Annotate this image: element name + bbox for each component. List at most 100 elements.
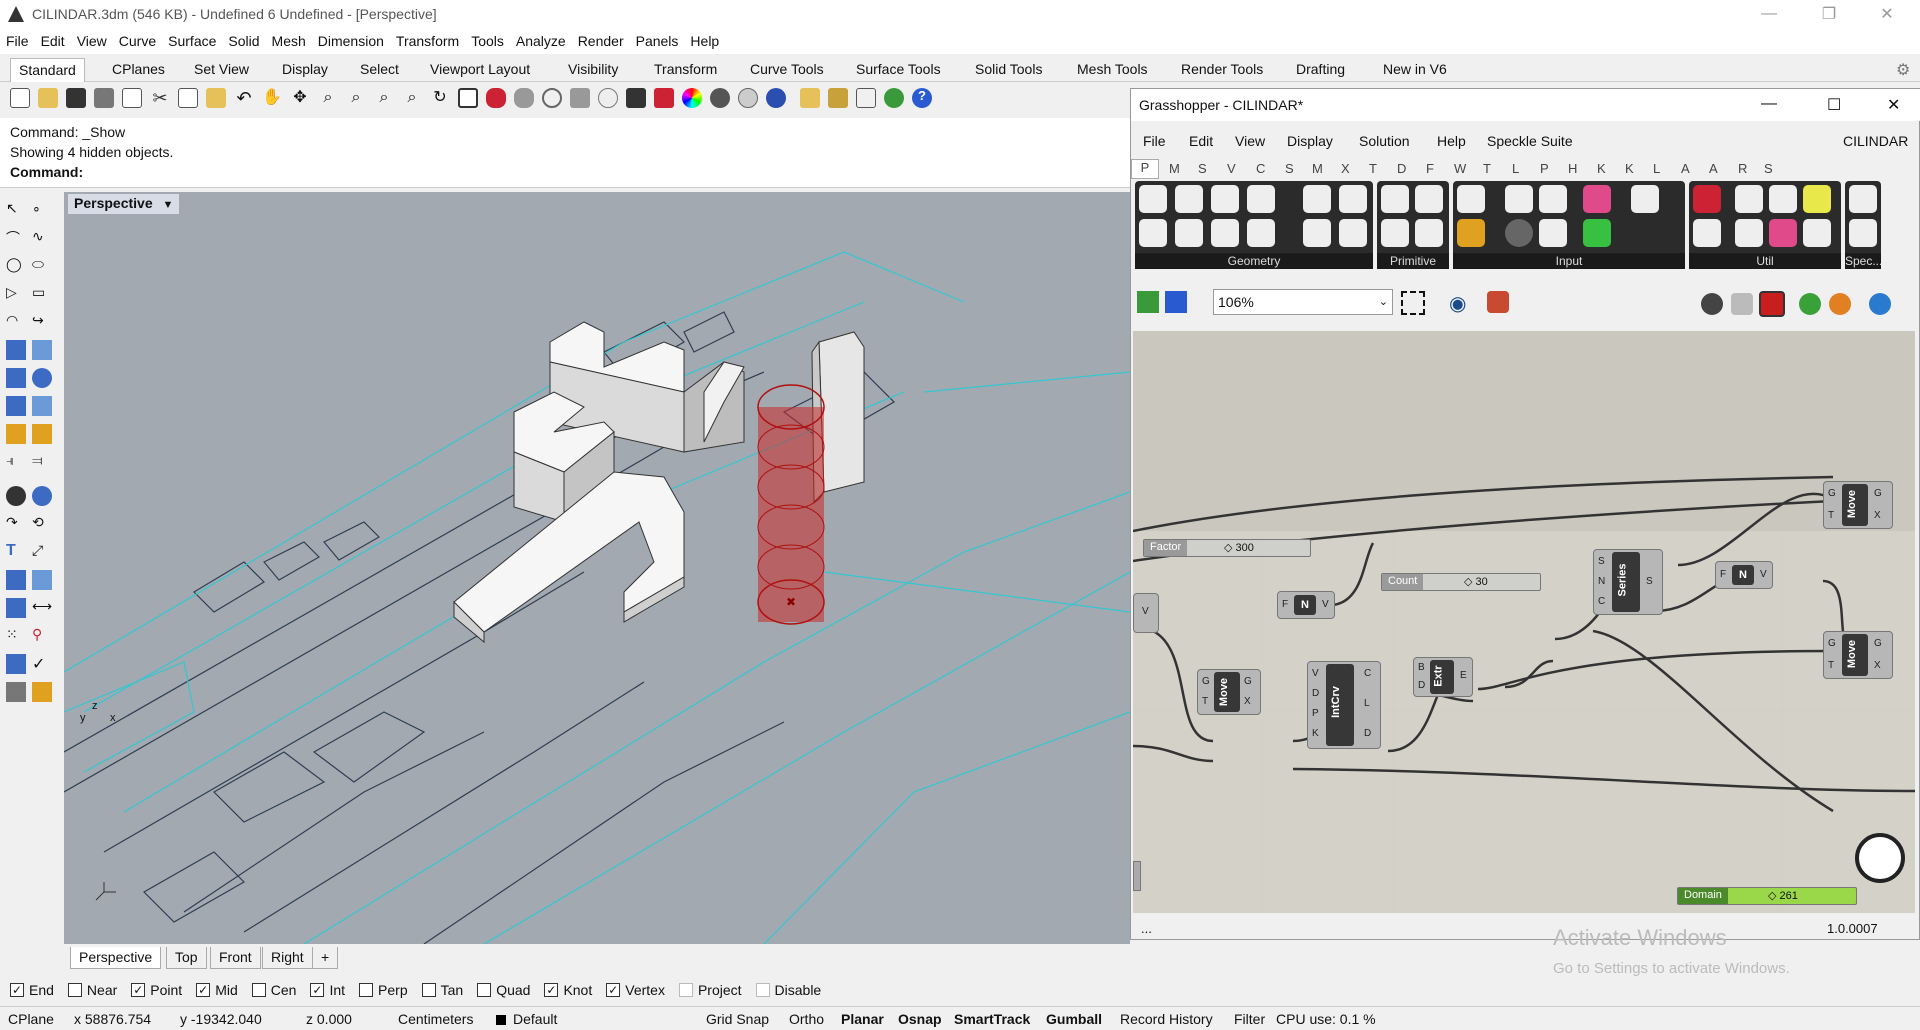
check-icon[interactable]: ✓ <box>32 654 52 674</box>
arrow-right-icon[interactable] <box>1735 185 1763 213</box>
grid-icon[interactable] <box>570 88 590 108</box>
status-layer[interactable]: Default <box>513 1011 557 1027</box>
circle-param-icon[interactable] <box>1175 185 1203 213</box>
cherry-picker-icon[interactable] <box>1693 185 1721 213</box>
light-icon[interactable] <box>6 424 26 444</box>
gh-save-icon[interactable] <box>1165 291 1187 313</box>
tab-mesh-tools[interactable]: Mesh Tools <box>1077 58 1148 82</box>
checkbox-project[interactable] <box>678 983 693 997</box>
checkbox-disable[interactable] <box>755 983 770 997</box>
checkbox-perp[interactable] <box>359 983 374 997</box>
gh-open-icon[interactable] <box>1137 291 1159 313</box>
menu-surface[interactable]: Surface <box>168 33 216 49</box>
speckle-receive-icon[interactable] <box>1849 219 1877 247</box>
menu-transform[interactable]: Transform <box>396 33 459 49</box>
command-prompt[interactable]: Command: <box>10 162 1120 182</box>
dimension-icon[interactable]: ⟷ <box>32 598 52 618</box>
category-tab-p2[interactable]: P <box>1540 161 1549 176</box>
material-sphere-icon[interactable] <box>738 88 758 108</box>
viewport-title[interactable]: Perspective ▼ <box>68 194 180 214</box>
gh-menu-edit[interactable]: Edit <box>1189 133 1213 149</box>
tab-cplanes[interactable]: CPlanes <box>112 58 165 82</box>
preview-selected-icon[interactable] <box>1759 291 1785 317</box>
negative-component-left[interactable]: F N V <box>1277 591 1335 619</box>
checkbox-int[interactable]: ✓ <box>310 983 325 997</box>
boolean-param-icon[interactable] <box>1381 185 1409 213</box>
cut-icon[interactable]: ✂ <box>150 88 170 108</box>
radial-icon[interactable] <box>1803 219 1831 247</box>
gh-menu-display[interactable]: Display <box>1287 133 1333 149</box>
osnap-quad[interactable]: Quad <box>477 982 530 998</box>
status-planar[interactable]: Planar <box>841 1011 884 1027</box>
slider-input-icon[interactable] <box>1457 219 1485 247</box>
wand-icon[interactable] <box>800 88 820 108</box>
move-component-right[interactable]: G T Move G X <box>1823 631 1893 679</box>
category-tab-display[interactable]: D <box>1397 161 1406 176</box>
properties-icon[interactable] <box>856 88 876 108</box>
intcrv-component[interactable]: V D P K IntCrv C L D <box>1307 661 1381 749</box>
series-component[interactable]: S N C Series S <box>1593 549 1663 615</box>
status-record-history[interactable]: Record History <box>1120 1011 1213 1027</box>
grid-array-icon[interactable]: ⁙ <box>6 626 26 646</box>
panel-input-icon[interactable] <box>1457 185 1485 213</box>
move-component-top[interactable]: G T Move G X <box>1823 481 1893 529</box>
clipping-icon[interactable] <box>6 682 26 702</box>
checkbox-tan[interactable] <box>421 983 436 997</box>
button-input-icon[interactable] <box>1631 185 1659 213</box>
color-wheel-icon[interactable] <box>682 88 702 108</box>
perspective-viewport[interactable]: ✖ y z x <box>64 192 1130 944</box>
four-viewports-icon[interactable] <box>458 88 478 108</box>
zoom-dropdown[interactable]: 106% ⌄ <box>1213 289 1393 315</box>
tab-display[interactable]: Display <box>282 58 328 82</box>
graph-input-icon[interactable] <box>1539 185 1567 213</box>
boolean-icon[interactable] <box>6 486 26 506</box>
text-param-icon[interactable] <box>1415 219 1443 247</box>
domain-knob[interactable] <box>1855 833 1905 883</box>
osnap-knot[interactable]: ✓ Knot <box>544 982 592 998</box>
sketch-pen-icon[interactable] <box>1487 291 1509 313</box>
menu-curve[interactable]: Curve <box>119 33 156 49</box>
speckle-send-icon[interactable] <box>1849 185 1877 213</box>
tab-render-tools[interactable]: Render Tools <box>1181 58 1263 82</box>
category-tab-vector[interactable]: V <box>1227 161 1236 176</box>
menu-dimension[interactable]: Dimension <box>318 33 384 49</box>
osnap-perp[interactable]: Perp <box>359 982 408 998</box>
viewport-tab-right[interactable]: Right <box>262 947 313 969</box>
menu-render[interactable]: Render <box>578 33 624 49</box>
category-tab-f[interactable]: F <box>1426 161 1434 176</box>
extrude-component[interactable]: B D Extr E <box>1413 657 1473 697</box>
cylinder-solid-icon[interactable] <box>6 396 26 416</box>
undo-icon[interactable]: ↶ <box>234 88 254 108</box>
paint-bucket-icon[interactable] <box>32 682 52 702</box>
zoom-window-icon[interactable]: ⌕ <box>346 88 366 108</box>
zoom-chevron-down-icon[interactable]: ⌄ <box>1379 295 1388 308</box>
vector-param-icon[interactable] <box>1211 219 1239 247</box>
rotate-icon[interactable]: ⟲ <box>32 514 52 534</box>
layer-icon[interactable] <box>654 88 674 108</box>
category-tab-w[interactable]: W <box>1454 161 1466 176</box>
knob-input-icon[interactable] <box>1505 219 1533 247</box>
move-icon[interactable]: ↷ <box>6 514 26 534</box>
osnap-int[interactable]: ✓ Int <box>310 982 345 998</box>
lock-icon[interactable] <box>626 88 646 108</box>
menu-view[interactable]: View <box>77 33 107 49</box>
line-param-icon[interactable] <box>1139 219 1167 247</box>
number-param-icon[interactable] <box>1381 219 1409 247</box>
gh-minimize-button[interactable]: — <box>1761 95 1777 113</box>
category-tab-mesh[interactable]: M <box>1312 161 1323 176</box>
factor-slider[interactable]: Factor ◇ 300 <box>1143 539 1311 557</box>
checkbox-end[interactable]: ✓ <box>10 983 24 997</box>
polyline-icon[interactable]: ⌒ <box>6 228 26 248</box>
preview-shaded-icon[interactable] <box>1731 293 1753 315</box>
osnap-near[interactable]: Near <box>67 982 117 998</box>
menu-tools[interactable]: Tools <box>471 33 504 49</box>
matrix-input-icon[interactable] <box>1583 219 1611 247</box>
bake-icon[interactable] <box>1799 293 1821 315</box>
arrow-outline-icon[interactable] <box>1735 219 1763 247</box>
count-slider[interactable]: Count ◇ 30 <box>1381 573 1541 591</box>
osnap-vertex[interactable]: ✓ Vertex <box>606 982 665 998</box>
tab-transform[interactable]: Transform <box>654 58 717 82</box>
grasshopper-canvas[interactable]: Factor ◇ 300 Count ◇ 30 Domain ◇ 261 G T… <box>1133 331 1915 913</box>
tab-curve-tools[interactable]: Curve Tools <box>750 58 824 82</box>
trim-icon[interactable]: ⫣ <box>6 452 26 472</box>
